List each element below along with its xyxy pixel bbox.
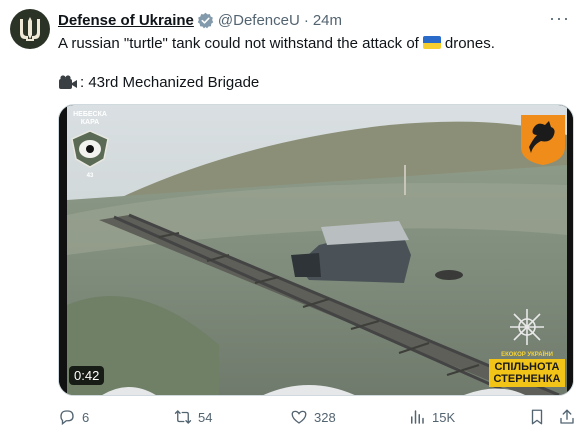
repost-count: 54	[198, 409, 213, 425]
avatar[interactable]	[10, 9, 50, 49]
reply-button[interactable]: 6	[58, 408, 89, 426]
timestamp[interactable]: 24m	[313, 12, 342, 29]
tweet-credit: : 43rd Mechanized Brigade	[58, 73, 259, 93]
video-duration: 0:42	[69, 366, 105, 385]
retweet-icon	[174, 410, 192, 424]
like-count: 328	[314, 409, 336, 425]
watermark-line2: СТЕРНЕНКА	[493, 373, 561, 385]
like-icon	[291, 410, 307, 424]
bookmark-icon	[531, 409, 543, 425]
share-button[interactable]	[558, 408, 582, 426]
views-button[interactable]: 15K	[408, 408, 455, 426]
watermark: ЕКОКОР УКРАЇНИ СПІЛЬНОТА СТЕРНЕНКА	[489, 307, 565, 387]
brigade-badge-right-icon	[521, 115, 565, 165]
bookmark-button[interactable]	[528, 408, 552, 426]
credit-text: : 43rd Mechanized Brigade	[80, 74, 260, 91]
tweet-text-part1: A russian "turtle" tank could not withst…	[58, 35, 419, 52]
separator: ·	[303, 11, 309, 29]
trident-icon	[20, 17, 40, 41]
video-player[interactable]: НЕБЕСКА КАРА 43 0:42 ЕКОКОР УКРАЇНИ СПІЛ…	[58, 104, 574, 396]
repost-button[interactable]: 54	[174, 408, 212, 426]
ukraine-flag-icon	[422, 36, 441, 49]
badge-left-title: НЕБЕСКА КАРА	[73, 111, 107, 126]
tweet-text: A russian "turtle" tank could not withst…	[58, 34, 495, 54]
handle[interactable]: @DefenceU	[218, 12, 300, 29]
badge-left-number: 43	[86, 173, 94, 179]
reply-icon	[60, 410, 74, 426]
share-icon	[560, 409, 574, 424]
verified-badge-icon	[197, 12, 214, 28]
brigade-emblem-icon	[71, 130, 109, 168]
watermark-line1: СПІЛЬНОТА	[494, 361, 560, 373]
views-icon	[411, 410, 424, 424]
tweet-text-part2: drones.	[444, 35, 495, 52]
watermark-title: СПІЛЬНОТА СТЕРНЕНКА	[489, 359, 565, 387]
sternenko-logo-icon	[510, 309, 544, 345]
tweet-header: Defense of Ukraine @DefenceU · 24m	[58, 10, 342, 30]
display-name[interactable]: Defense of Ukraine	[58, 12, 194, 29]
more-icon[interactable]: ···	[549, 8, 570, 29]
camera-icon	[59, 75, 77, 89]
action-bar: 6 54 328 15K	[58, 406, 574, 430]
watermark-subtitle: ЕКОКОР УКРАЇНИ	[501, 352, 553, 358]
views-count: 15K	[432, 409, 456, 425]
like-button[interactable]: 328	[290, 408, 336, 426]
brigade-badge-left: НЕБЕСКА КАРА 43	[65, 111, 115, 180]
reply-count: 6	[82, 409, 90, 425]
